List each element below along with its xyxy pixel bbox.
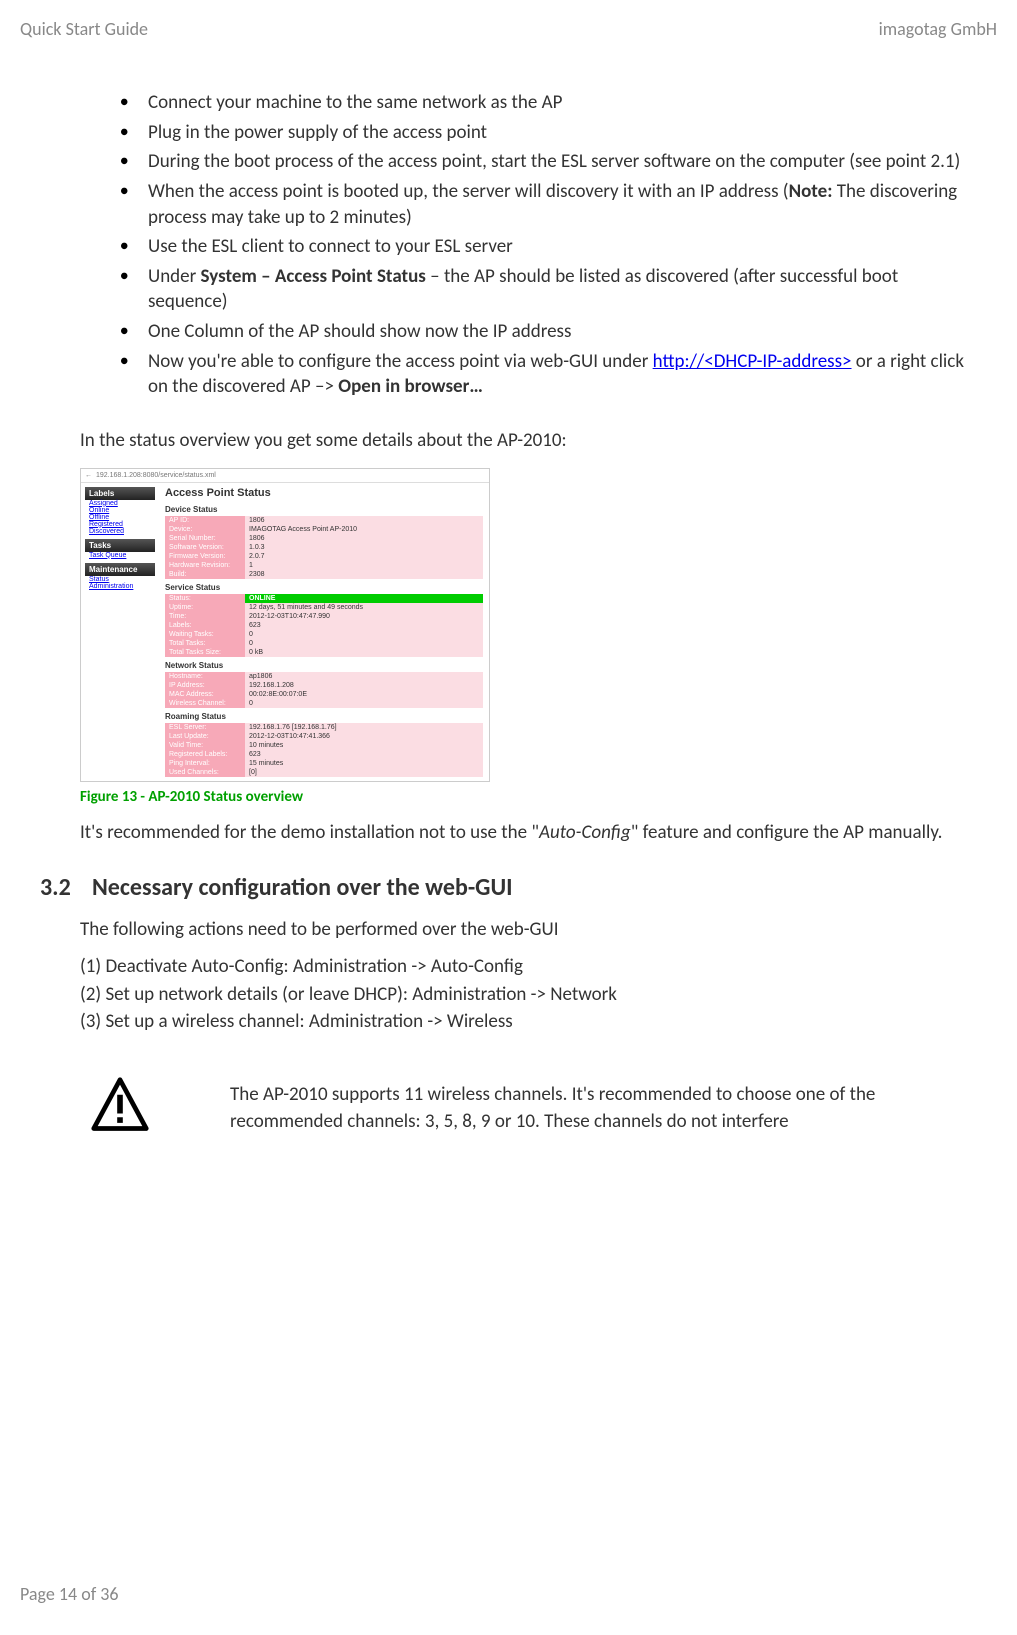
- figure-caption: Figure 13 - AP-2010 Status overview: [80, 788, 977, 806]
- ap-status-figure: ←192.168.1.208:8080/service/status.xml L…: [80, 468, 490, 782]
- page-footer: Page 14 of 36: [20, 1583, 119, 1605]
- bullet-item: Plug in the power supply of the access p…: [120, 120, 977, 146]
- section-intro: The following actions need to be perform…: [80, 918, 977, 941]
- bullet-item: Now you're able to configure the access …: [120, 349, 977, 400]
- status-intro: In the status overview you get some deta…: [80, 428, 977, 454]
- page-content: Connect your machine to the same network…: [80, 90, 977, 1142]
- bullet-item: Under System – Access Point Status – the…: [120, 264, 977, 315]
- recommend-text: It's recommended for the demo installati…: [80, 820, 977, 846]
- warning-text: The AP-2010 supports 11 wireless channel…: [230, 1082, 977, 1135]
- bullet-item: Connect your machine to the same network…: [120, 90, 977, 116]
- warning-block: The AP-2010 supports 11 wireless channel…: [80, 1076, 977, 1142]
- figure-sidebar: Labels Assigned Online Offline Registere…: [81, 483, 159, 781]
- step-item: (1) Deactivate Auto-Config: Administrati…: [80, 953, 977, 981]
- section-heading: 3.2Necessary configuration over the web-…: [40, 873, 977, 902]
- browser-addressbar: ←192.168.1.208:8080/service/status.xml: [81, 469, 489, 483]
- bullet-item: One Column of the AP should show now the…: [120, 319, 977, 345]
- warning-icon: [80, 1076, 230, 1142]
- step-item: (3) Set up a wireless channel: Administr…: [80, 1008, 977, 1036]
- bullet-item: During the boot process of the access po…: [120, 149, 977, 175]
- header-right: imagotag GmbH: [879, 18, 997, 40]
- header-left: Quick Start Guide: [20, 18, 148, 40]
- bullet-list: Connect your machine to the same network…: [120, 90, 977, 400]
- steps-list: (1) Deactivate Auto-Config: Administrati…: [80, 953, 977, 1036]
- step-item: (2) Set up network details (or leave DHC…: [80, 981, 977, 1009]
- bullet-item: When the access point is booted up, the …: [120, 179, 977, 230]
- dhcp-link[interactable]: http://<DHCP-IP-address>: [653, 350, 852, 373]
- figure-main: Access Point Status Device Status AP ID:…: [159, 483, 489, 781]
- bullet-item: Use the ESL client to connect to your ES…: [120, 234, 977, 260]
